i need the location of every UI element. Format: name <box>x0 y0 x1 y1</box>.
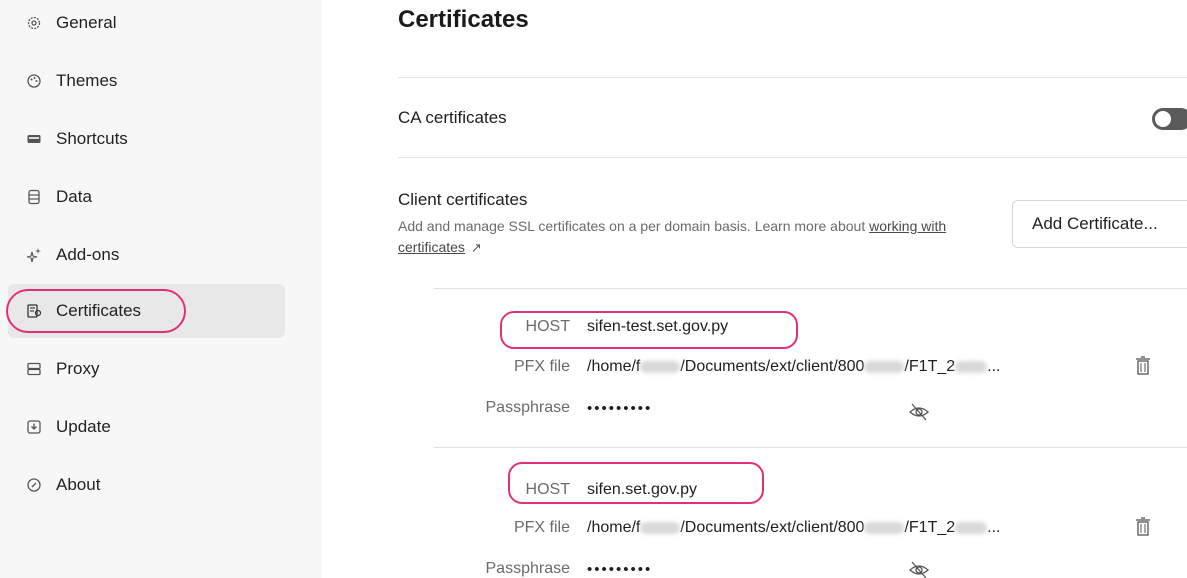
host-label: HOST <box>525 481 570 498</box>
client-certificates-description: Add and manage SSL certificates on a per… <box>398 216 978 258</box>
gear-icon <box>26 15 42 31</box>
host-label: HOST <box>525 318 570 335</box>
redacted <box>864 521 905 534</box>
keyboard-icon <box>26 131 42 147</box>
sidebar-item-label: Data <box>56 187 92 206</box>
pfx-label: PFX file <box>513 519 570 536</box>
host-value: sifen-test.set.gov.py <box>587 318 729 335</box>
sidebar-item-label: Proxy <box>56 359 100 378</box>
server-icon <box>26 361 42 377</box>
pfx-path: /home/f/Documents/ext/client/800/F1T_2..… <box>587 519 1000 537</box>
host-value: sifen.set.gov.py <box>587 481 697 498</box>
sidebar-item-shortcuts[interactable]: Shortcuts <box>8 112 285 166</box>
sidebar-item-general[interactable]: General <box>8 0 285 50</box>
redacted <box>640 360 681 373</box>
sidebar-item-update[interactable]: Update <box>8 400 285 454</box>
sidebar-item-label: About <box>56 475 101 494</box>
cert-host-row: HOST sifen.set.gov.py <box>442 481 697 499</box>
settings-content: Certificates CA certificates Client cert… <box>322 0 1187 578</box>
ca-certificates-toggle[interactable] <box>1152 108 1187 130</box>
info-icon <box>26 477 42 493</box>
download-icon <box>26 419 42 435</box>
sidebar-item-themes[interactable]: Themes <box>8 54 285 108</box>
highlight-annotation <box>6 289 186 333</box>
sidebar-item-label: Update <box>56 417 111 436</box>
database-icon <box>26 189 42 205</box>
pfx-path: /home/f/Documents/ext/client/800/F1T_2..… <box>587 358 1000 376</box>
sparkle-icon <box>26 247 42 263</box>
sidebar-item-label: Add-ons <box>56 245 120 264</box>
divider <box>398 157 1187 158</box>
pfx-path-part: ... <box>987 519 1001 536</box>
passphrase-value: ••••••••• <box>587 560 653 578</box>
redacted <box>955 360 988 373</box>
sidebar-item-label: Shortcuts <box>56 129 128 148</box>
add-certificate-button[interactable]: Add Certificate... <box>1012 200 1187 248</box>
divider <box>434 288 1187 289</box>
redacted <box>955 521 988 534</box>
cert-passphrase-row: Passphrase ••••••••• <box>442 560 652 578</box>
pfx-path-part: /F1T_2 <box>904 519 956 536</box>
sidebar-item-proxy[interactable]: Proxy <box>8 342 285 396</box>
pfx-path-part: ... <box>987 358 1001 375</box>
redacted <box>864 360 905 373</box>
pfx-path-part: /home/f <box>587 519 641 536</box>
trash-icon[interactable] <box>1135 356 1151 376</box>
cert-passphrase-row: Passphrase ••••••••• <box>442 399 652 417</box>
pfx-label: PFX file <box>513 358 570 375</box>
passphrase-label: Passphrase <box>485 560 571 577</box>
ca-certificates-label: CA certificates <box>398 108 507 127</box>
eye-off-icon[interactable] <box>908 560 930 578</box>
pfx-path-part: /Documents/ext/client/800 <box>680 519 865 536</box>
pfx-path-part: /home/f <box>587 358 641 375</box>
page-title: Certificates <box>398 6 529 33</box>
settings-sidebar: General Themes Shortcuts Data Add-ons Ce… <box>0 0 322 578</box>
cert-host-row: HOST sifen-test.set.gov.py <box>442 318 729 336</box>
sidebar-item-about[interactable]: About <box>8 458 285 512</box>
eye-off-icon[interactable] <box>908 402 930 422</box>
passphrase-label: Passphrase <box>485 399 571 416</box>
description-text: Add and manage SSL certificates on a per… <box>398 218 866 234</box>
client-certificates-label: Client certificates <box>398 190 528 209</box>
trash-icon[interactable] <box>1135 517 1151 537</box>
palette-icon <box>26 73 42 89</box>
cert-pfx-row: PFX file /home/f/Documents/ext/client/80… <box>442 519 1001 537</box>
sidebar-item-data[interactable]: Data <box>8 170 285 224</box>
redacted <box>640 521 681 534</box>
passphrase-value: ••••••••• <box>587 399 653 417</box>
toggle-knob <box>1155 111 1171 127</box>
pfx-path-part: /Documents/ext/client/800 <box>680 358 865 375</box>
divider <box>434 447 1187 448</box>
pfx-path-part: /F1T_2 <box>904 358 956 375</box>
external-link-icon: ↗ <box>470 240 482 255</box>
divider <box>398 77 1187 78</box>
sidebar-item-label: Themes <box>56 71 118 90</box>
cert-pfx-row: PFX file /home/f/Documents/ext/client/80… <box>442 358 1001 376</box>
sidebar-item-label: General <box>56 13 117 32</box>
sidebar-item-add-ons[interactable]: Add-ons <box>8 228 285 282</box>
